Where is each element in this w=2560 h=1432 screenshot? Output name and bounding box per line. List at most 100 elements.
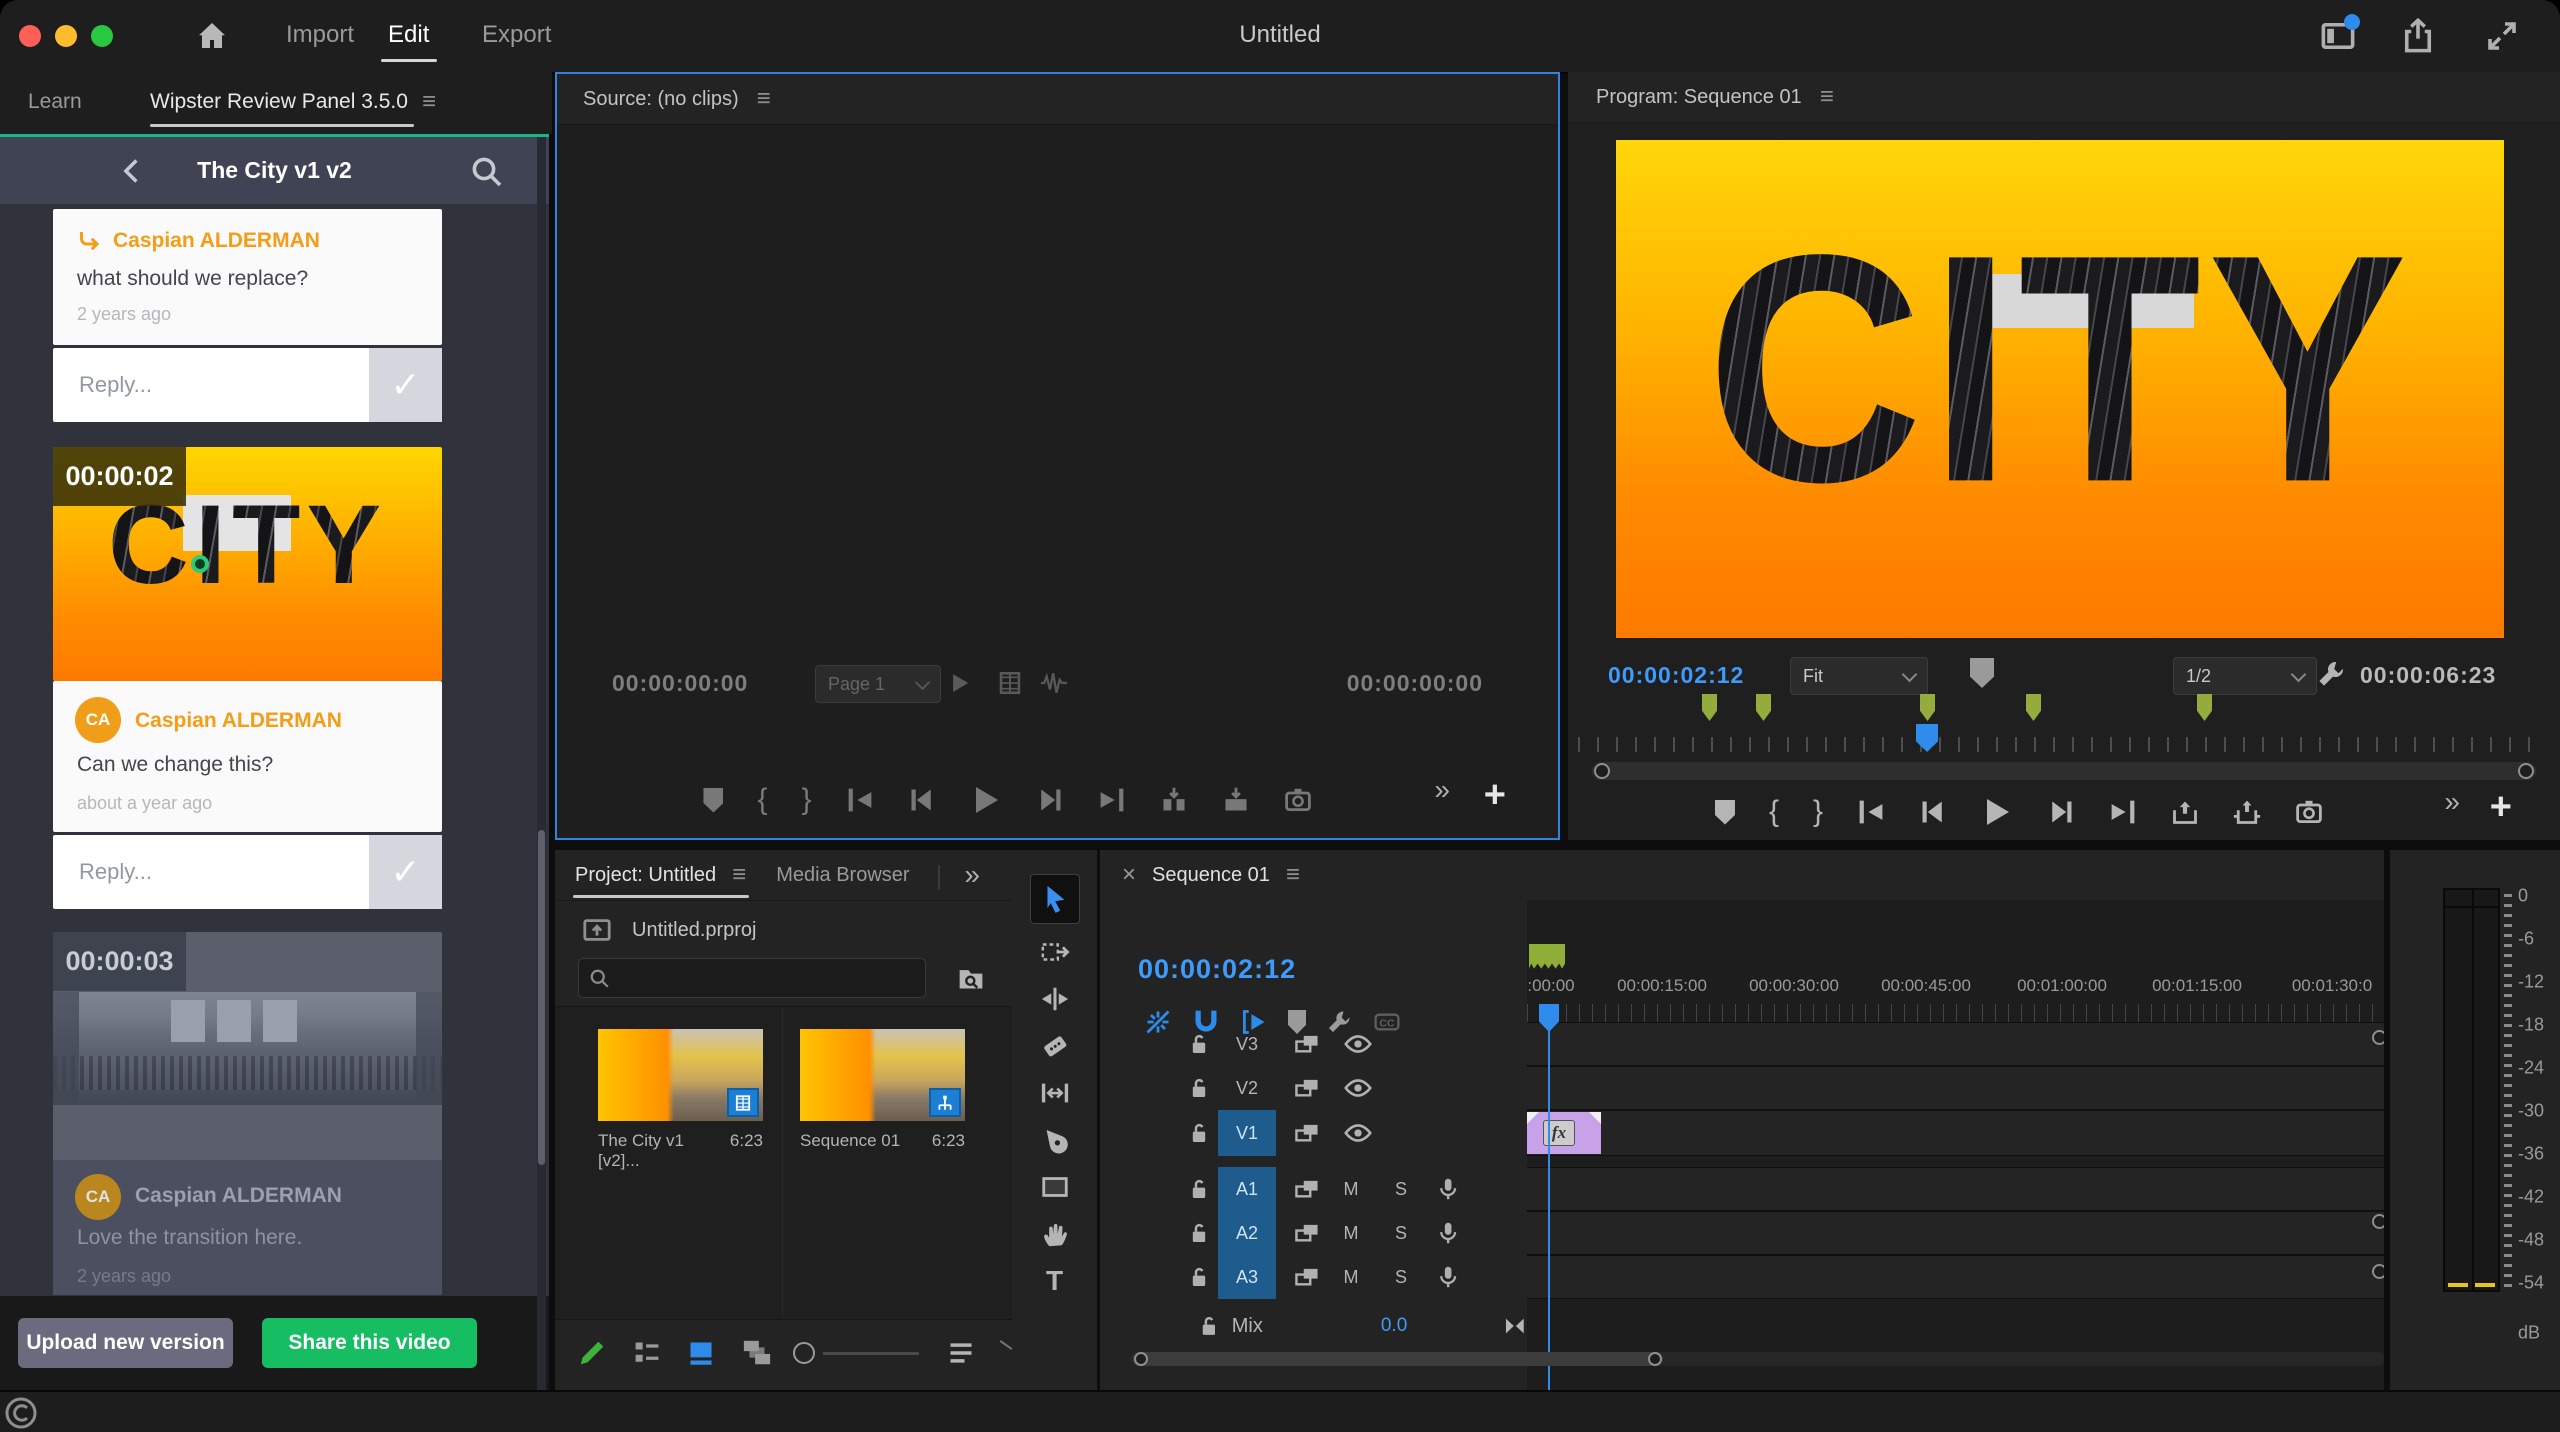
tool-rectangle[interactable] (1012, 1163, 1097, 1210)
voiceover-mic-icon[interactable] (1436, 1176, 1460, 1202)
extract-icon[interactable] (2233, 798, 2261, 826)
lock-icon[interactable] (1188, 1033, 1210, 1055)
panel-menu-icon[interactable]: ≡ (1286, 861, 1300, 889)
wipster-scrollbar-track[interactable] (537, 137, 546, 1390)
item-name[interactable]: The City v1 [v2]... (598, 1131, 730, 1171)
sequence-marker[interactable] (1920, 694, 1935, 721)
tool-razor[interactable] (1012, 1022, 1097, 1069)
vscroll-handle[interactable] (2372, 1264, 2384, 1279)
tab-wipster[interactable]: Wipster Review Panel 3.5.0 ≡ (150, 72, 436, 132)
vscroll-handle[interactable] (2372, 1214, 2384, 1229)
step-back-icon[interactable] (1919, 798, 1947, 826)
close-tab-icon[interactable]: × (1122, 861, 1136, 889)
go-to-out-icon[interactable] (1098, 786, 1126, 814)
panel-menu-icon[interactable]: ≡ (1820, 83, 1834, 111)
timeline-hscrollbar-thumb[interactable] (1133, 1352, 1663, 1366)
track-output-eye-icon[interactable] (1344, 1119, 1372, 1147)
lock-icon[interactable] (1188, 1266, 1210, 1288)
sequence-marker[interactable] (2026, 694, 2041, 721)
reply-input[interactable] (53, 835, 369, 909)
tool-slip[interactable] (1012, 1069, 1097, 1116)
go-to-in-icon[interactable] (846, 786, 874, 814)
mark-out-icon[interactable]: } (1813, 797, 1823, 827)
overwrite-icon[interactable] (1222, 786, 1250, 814)
step-forward-icon[interactable] (2047, 798, 2075, 826)
drag-video-icon[interactable] (997, 670, 1023, 696)
track-output-eye-icon[interactable] (1344, 1074, 1372, 1102)
program-panel-title[interactable]: Program: Sequence 01 (1596, 86, 1802, 109)
track-header-a3[interactable]: A3 M S (1100, 1255, 1527, 1299)
more-tabs-icon[interactable]: » (964, 859, 980, 891)
quick-export-icon[interactable] (2400, 18, 2436, 54)
settings-wrench-icon[interactable] (2316, 659, 2346, 689)
hscroll-handle-right[interactable] (1648, 1352, 1662, 1366)
reply-submit-button[interactable]: ✓ (369, 348, 442, 422)
program-mini-ruler[interactable] (1578, 724, 2530, 754)
voiceover-mic-icon[interactable] (1436, 1220, 1460, 1246)
zoom-slider-track[interactable] (823, 1352, 919, 1355)
panel-menu-icon[interactable]: ≡ (732, 861, 746, 889)
tool-pen[interactable] (1012, 1116, 1097, 1163)
panel-menu-icon[interactable]: ≡ (757, 85, 771, 113)
mute-button[interactable]: M (1336, 1179, 1366, 1200)
freeform-view-icon[interactable] (741, 1338, 773, 1368)
program-monitor-video[interactable]: CITY (1616, 140, 2504, 638)
marker-cluster[interactable] (1529, 944, 1565, 969)
insert-icon[interactable] (1160, 786, 1188, 814)
track-header-a2[interactable]: A2 M S (1100, 1211, 1527, 1255)
track-header-v3[interactable]: V3 (1100, 1022, 1527, 1066)
project-file-name[interactable]: Untitled.prproj (632, 919, 757, 942)
reply-input[interactable] (53, 348, 369, 422)
step-forward-icon[interactable] (1036, 786, 1064, 814)
source-patch-icon[interactable] (1294, 1120, 1320, 1146)
zoom-slider-knob[interactable] (793, 1342, 815, 1364)
writable-pencil-icon[interactable] (577, 1338, 607, 1368)
comment-card-1[interactable]: Caspian ALDERMAN what should we replace?… (53, 209, 442, 345)
playback-resolution-dropdown[interactable]: 1/2 (2173, 657, 2317, 695)
source-patch-icon[interactable] (1294, 1031, 1320, 1057)
tool-ripple-edit[interactable] (1012, 975, 1097, 1022)
solo-button[interactable]: S (1386, 1267, 1416, 1288)
track-name[interactable]: V3 (1218, 1022, 1276, 1066)
track-output-eye-icon[interactable] (1344, 1030, 1372, 1058)
timeline-clip[interactable]: fx (1527, 1112, 1601, 1154)
tab-media-browser[interactable]: Media Browser (776, 864, 909, 887)
comment-card-3[interactable]: 00:00:03 CA Caspian ALDERMAN Love the tr… (53, 932, 442, 1295)
add-marker-icon[interactable] (703, 787, 724, 813)
track-lane-a1[interactable] (1527, 1167, 2384, 1211)
share-this-video-button[interactable]: Share this video (262, 1318, 477, 1368)
track-name[interactable]: A1 (1218, 1167, 1276, 1211)
scrollbar-handle-right[interactable] (2518, 763, 2534, 779)
reply-submit-button[interactable]: ✓ (369, 835, 442, 909)
item-name[interactable]: Sequence 01 (800, 1131, 900, 1151)
button-editor-icon[interactable]: + (2490, 788, 2512, 826)
search-icon[interactable] (470, 155, 502, 187)
track-lane-v3[interactable] (1527, 1022, 2384, 1066)
navigate-up-icon[interactable] (580, 915, 614, 945)
program-zoom-scrollbar[interactable] (1592, 762, 2536, 780)
track-name[interactable]: V1 (1218, 1110, 1276, 1156)
sequence-marker[interactable] (2197, 694, 2212, 721)
go-to-in-icon[interactable] (1857, 798, 1885, 826)
tab-project[interactable]: Project: Untitled (575, 864, 716, 887)
sequence-marker[interactable] (1756, 694, 1771, 721)
export-frame-icon[interactable] (2295, 798, 2323, 826)
tool-type[interactable]: T (1012, 1257, 1097, 1304)
track-lane-a3[interactable] (1527, 1255, 2384, 1299)
source-patch-icon[interactable] (1294, 1176, 1320, 1202)
tab-sequence[interactable]: Sequence 01 (1152, 864, 1270, 887)
lock-icon[interactable] (1188, 1122, 1210, 1144)
scrollbar-handle-left[interactable] (1594, 763, 1610, 779)
timeline-track-area[interactable]: :00:00 00:00:15:00 00:00:30:00 00:00:45:… (1527, 900, 2384, 1390)
more-controls-icon[interactable]: » (1434, 774, 1450, 806)
creative-cloud-icon[interactable] (4, 1396, 38, 1430)
go-to-out-icon[interactable] (2109, 798, 2137, 826)
solo-button[interactable]: S (1386, 1223, 1416, 1244)
fit-select-dropdown[interactable]: Fit (1790, 657, 1928, 695)
lock-icon[interactable] (1188, 1222, 1210, 1244)
lift-icon[interactable] (2171, 798, 2199, 826)
source-panel-title[interactable]: Source: (no clips) (583, 88, 739, 111)
search-bin-button[interactable] (951, 960, 991, 996)
marker-icon[interactable] (1970, 658, 1994, 688)
program-current-timecode[interactable]: 00:00:02:12 (1608, 662, 1744, 689)
